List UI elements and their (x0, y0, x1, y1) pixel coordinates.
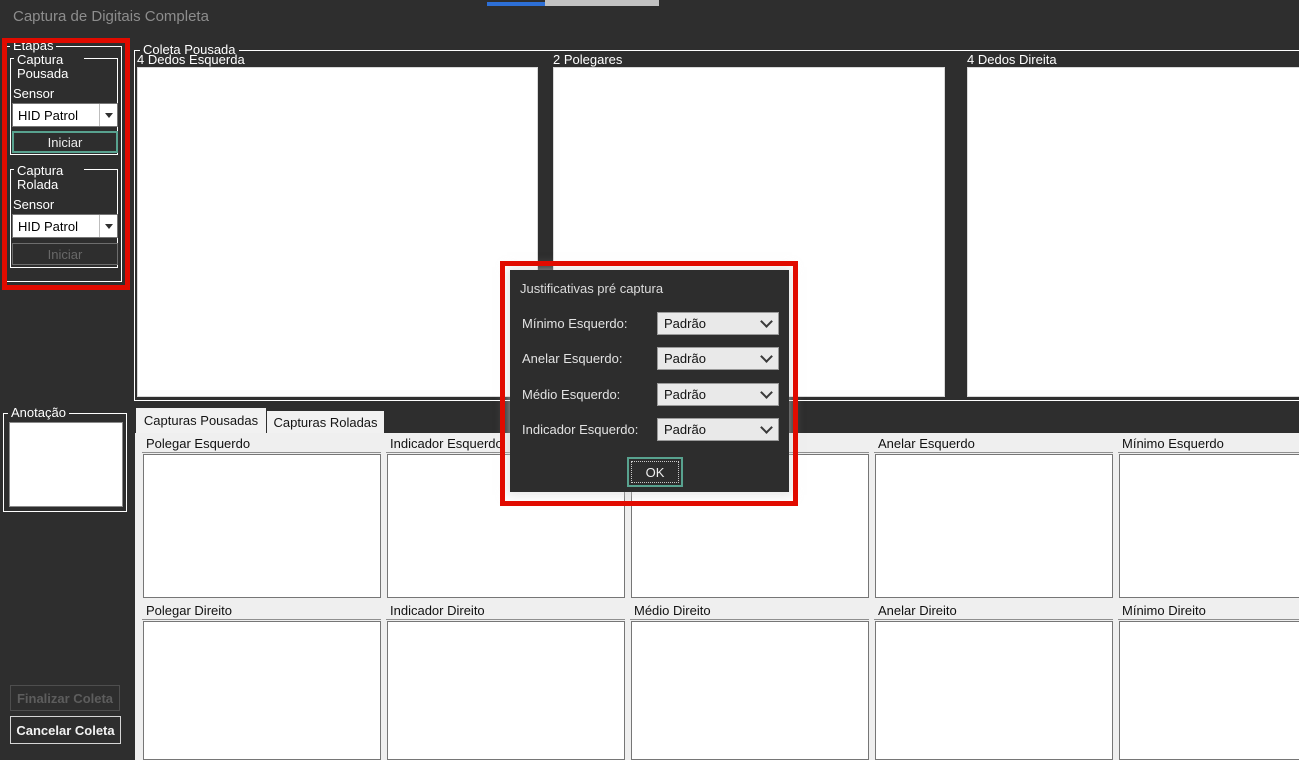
sensor-rolada-value: HID Patrol (13, 215, 99, 237)
justificativas-dialog: Justificativas pré captura Mínimo Esquer… (510, 270, 789, 492)
dialog-select-medio-esquerdo-value: Padrão (658, 387, 762, 402)
finger-label-anelar-direito: Anelar Direito (874, 603, 1113, 620)
finger-label-medio-direito: Médio Direito (630, 603, 869, 620)
window-title: Captura de Digitais Completa (13, 8, 209, 25)
chevron-down-icon (760, 386, 773, 399)
tab-capturas-pousadas[interactable]: Capturas Pousadas (136, 408, 266, 433)
captura-rolada-group-label: Captura Rolada (14, 164, 84, 192)
dialog-title: Justificativas pré captura (520, 281, 663, 296)
finger-label-polegar-direito: Polegar Direito (142, 603, 381, 620)
dialog-label-anelar-esquerdo: Anelar Esquerdo: (522, 351, 622, 366)
iniciar-pousada-button[interactable]: Iniciar (12, 131, 118, 153)
dialog-label-medio-esquerdo: Médio Esquerdo: (522, 387, 620, 402)
panel-label-4-dedos-direita: 4 Dedos Direita (967, 52, 1057, 67)
sensor-pousada-value: HID Patrol (13, 104, 99, 126)
finger-box-minimo-direito (1119, 621, 1299, 760)
iniciar-rolada-button: Iniciar (12, 243, 118, 265)
dialog-select-minimo-esquerdo[interactable]: Padrão (657, 312, 779, 335)
sensor-pousada-select[interactable]: HID Patrol (12, 103, 118, 127)
capture-panel-4-dedos-direita (967, 67, 1299, 397)
dialog-select-medio-esquerdo[interactable]: Padrão (657, 383, 779, 406)
finger-box-anelar-esquerdo (875, 454, 1113, 598)
dialog-label-minimo-esquerdo: Mínimo Esquerdo: (522, 316, 628, 331)
dialog-ok-button[interactable]: OK (627, 457, 683, 487)
sensor-rolada-label: Sensor (13, 197, 54, 212)
cancelar-coleta-button[interactable]: Cancelar Coleta (10, 716, 121, 744)
finalizar-coleta-button: Finalizar Coleta (10, 685, 120, 711)
chevron-down-icon (760, 421, 773, 434)
panel-label-4-dedos-esquerda: 4 Dedos Esquerda (137, 52, 245, 67)
finger-label-anelar-esquerdo: Anelar Esquerdo (874, 436, 1113, 453)
finger-box-indicador-direito (387, 621, 625, 760)
dialog-select-indicador-esquerdo-value: Padrão (658, 422, 762, 437)
finger-box-anelar-direito (875, 621, 1113, 760)
anotacao-textarea[interactable] (9, 422, 123, 507)
finger-label-minimo-esquerdo: Mínimo Esquerdo (1118, 436, 1299, 453)
finger-box-polegar-direito (143, 621, 381, 760)
dialog-select-anelar-esquerdo-value: Padrão (658, 351, 762, 366)
top-accent-gray (545, 0, 659, 6)
dialog-label-indicador-esquerdo: Indicador Esquerdo: (522, 422, 638, 437)
dropdown-arrow-icon[interactable] (99, 104, 117, 126)
dialog-select-indicador-esquerdo[interactable]: Padrão (657, 418, 779, 441)
finger-box-minimo-esquerdo (1119, 454, 1299, 598)
app-window: Captura de Digitais Completa Etapas Capt… (0, 0, 1299, 760)
finger-label-indicador-direito: Indicador Direito (386, 603, 625, 620)
anotacao-group-label: Anotação (8, 406, 69, 420)
captura-pousada-group-label: Captura Pousada (14, 53, 84, 81)
chevron-down-icon (760, 350, 773, 363)
tab-capturas-roladas[interactable]: Capturas Roladas (267, 411, 384, 433)
finger-box-medio-direito (631, 621, 869, 760)
capture-panel-4-dedos-esquerda (137, 67, 538, 397)
panel-label-2-polegares: 2 Polegares (553, 52, 622, 67)
finger-box-polegar-esquerdo (143, 454, 381, 598)
dialog-select-anelar-esquerdo[interactable]: Padrão (657, 347, 779, 370)
sensor-rolada-select[interactable]: HID Patrol (12, 214, 118, 238)
chevron-down-icon (760, 315, 773, 328)
sensor-pousada-label: Sensor (13, 86, 54, 101)
finger-label-minimo-direito: Mínimo Direito (1118, 603, 1299, 620)
dropdown-arrow-icon[interactable] (99, 215, 117, 237)
etapas-group-label: Etapas (10, 39, 56, 53)
top-accent-blue (487, 2, 545, 6)
dialog-select-minimo-esquerdo-value: Padrão (658, 316, 762, 331)
finger-label-polegar-esquerdo: Polegar Esquerdo (142, 436, 381, 453)
